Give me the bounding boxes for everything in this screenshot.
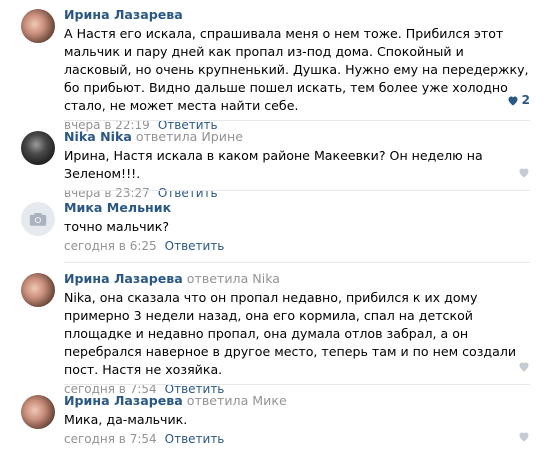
comment-item: Ирина Лазарева ответила Nika Nika, она с… [0,270,551,396]
avatar[interactable] [21,202,55,236]
avatar[interactable] [21,9,55,43]
comment-text: Ирина, Настя искала в каком районе Макее… [64,148,483,181]
like-button[interactable] [518,167,530,178]
avatar[interactable] [21,273,55,307]
camera-icon [29,213,47,226]
like-count: 2 [521,93,530,107]
comment-text: Мика, да-мальчик. [64,412,188,427]
comment-date[interactable]: сегодня в 7:54 [64,432,157,446]
heart-icon [519,362,529,372]
comment-date[interactable]: сегодня в 6:25 [64,239,157,253]
reply-button[interactable]: Ответить [165,239,225,253]
like-button[interactable] [518,361,530,372]
divider [64,190,530,191]
comment-text: Nika, она сказала что он пропал недавно,… [64,290,517,377]
like-button[interactable]: 2 [507,93,530,107]
reply-button[interactable]: Ответить [165,432,225,446]
like-button[interactable] [518,431,530,442]
comment-item: Ирина Лазарева ответила Мике Мика, да-ма… [0,392,551,448]
comment-author[interactable]: Ирина Лазарева [64,271,183,286]
divider [64,262,530,263]
comment-item: Nika Nika ответила Ирине Ирина, Настя ис… [0,128,551,200]
comment-author[interactable]: Nika Nika [64,129,132,144]
comment-author[interactable]: Ирина Лазарева [64,7,183,22]
replied-to-label[interactable]: ответила Ирине [136,129,243,144]
divider [64,384,530,385]
heart-icon [508,96,518,105]
comments-feed: Ирина Лазарева А Настя его искала, спраш… [0,0,551,454]
replied-to-label[interactable]: ответила Мике [187,393,287,408]
divider [64,120,530,121]
comment-item: Ирина Лазарева А Настя его искала, спраш… [0,6,551,132]
comment-author[interactable]: Ирина Лазарева [64,393,183,408]
comment-author[interactable]: Мика Мельник [64,200,171,215]
replied-to-label[interactable]: ответила Nika [187,271,280,286]
reply-button[interactable]: Ответить [158,186,218,200]
heart-icon [519,432,529,442]
comment-date[interactable]: вчера в 23:27 [64,186,150,200]
heart-icon [519,168,529,178]
avatar[interactable] [21,395,55,429]
avatar[interactable] [21,131,55,165]
comment-text: точно мальчик? [64,219,170,234]
comment-text: А Настя его искала, спрашивала меня о не… [64,26,529,113]
comment-item: Мика Мельник точно мальчик? сегодня в 6:… [0,199,551,255]
